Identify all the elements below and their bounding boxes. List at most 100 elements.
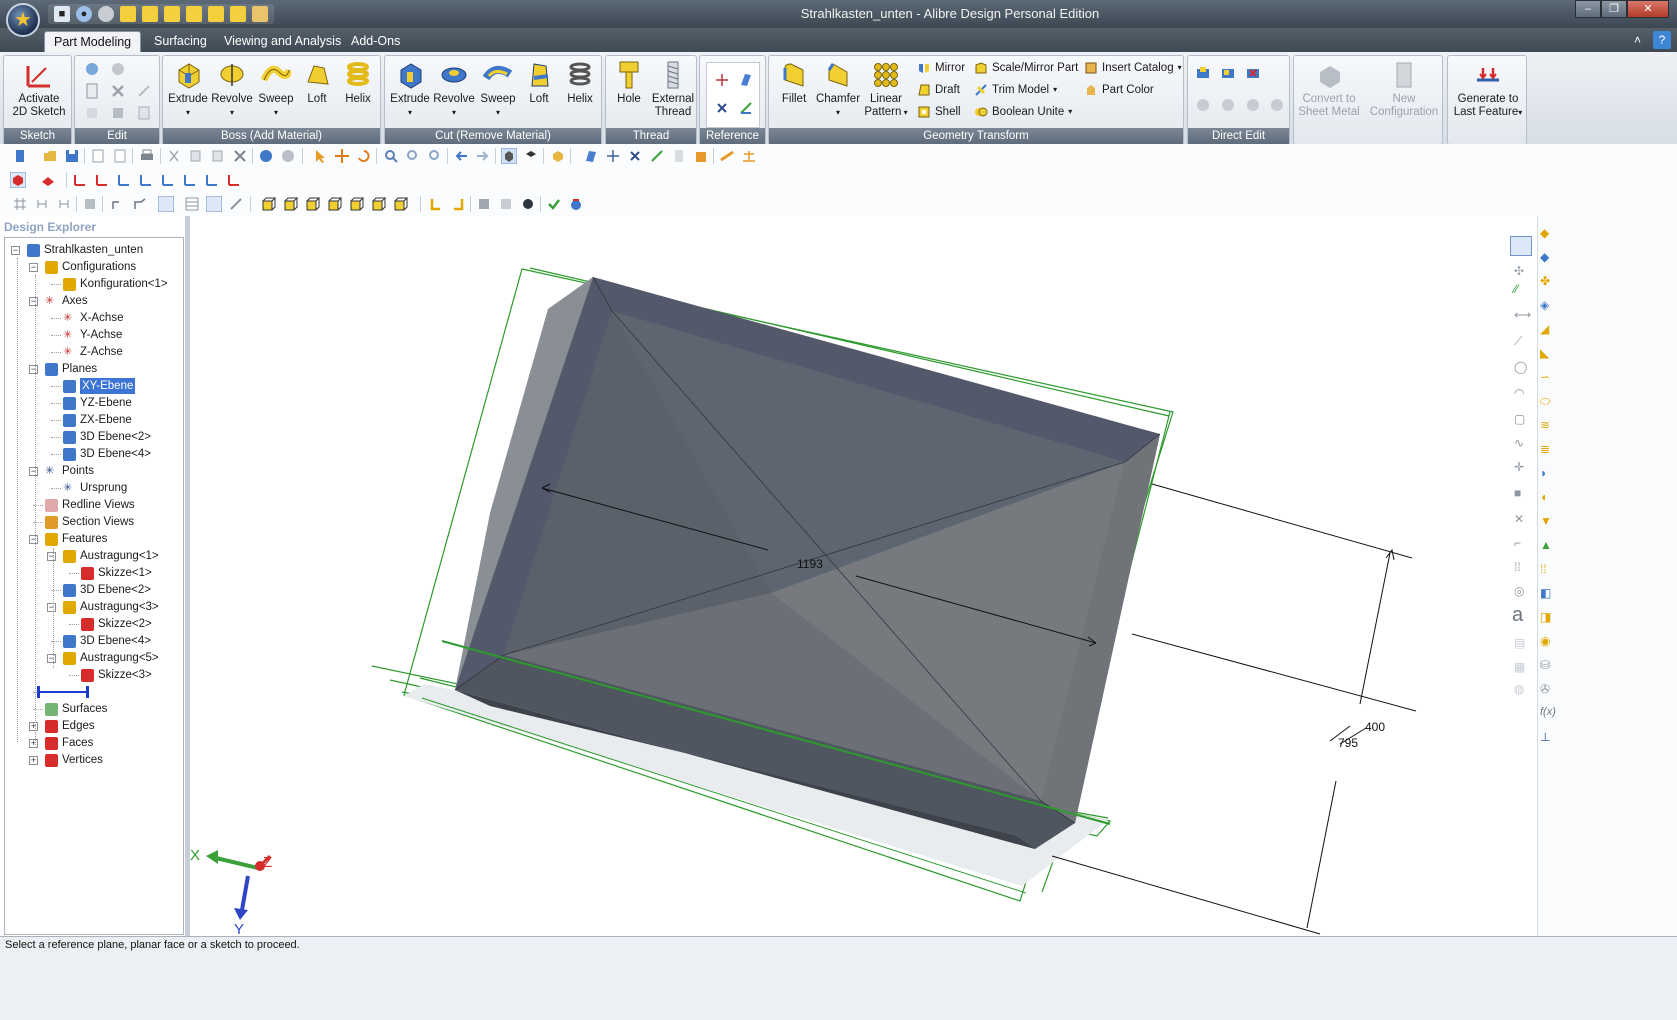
open-icon[interactable] bbox=[42, 148, 58, 164]
feature-boolean-icon[interactable]: ◉ bbox=[1540, 634, 1570, 658]
feature-shell-icon[interactable]: ◨ bbox=[1540, 610, 1570, 634]
generate-to-last-feature-button[interactable]: Generate to Last Feature▾ bbox=[1450, 58, 1526, 130]
application-menu-button[interactable]: ★ bbox=[6, 3, 40, 37]
delete-icon[interactable] bbox=[109, 82, 127, 100]
tree-item[interactable]: ✳ Ursprung bbox=[63, 480, 127, 496]
chamfer-button[interactable]: Chamfer ▾ bbox=[815, 58, 861, 130]
cut-sweep-button[interactable]: Sweep ▾ bbox=[475, 58, 521, 130]
new-part-icon[interactable] bbox=[12, 148, 28, 164]
boss-loft-button[interactable]: Loft bbox=[294, 58, 340, 130]
layer-icon[interactable] bbox=[671, 148, 687, 164]
zoom-fit-icon[interactable] bbox=[427, 148, 443, 164]
import-icon[interactable] bbox=[90, 148, 106, 164]
tab-part-modeling[interactable]: Part Modeling bbox=[44, 31, 142, 52]
fillet-tool-icon[interactable]: ⌐ bbox=[1514, 536, 1521, 550]
boolean-unite-button[interactable]: Boolean Unite ▾ bbox=[974, 102, 1072, 122]
analyze-icon[interactable] bbox=[568, 196, 584, 212]
tree-expander[interactable]: − bbox=[29, 297, 38, 306]
sketch-line-icon[interactable] bbox=[72, 172, 88, 188]
tree-expander[interactable]: − bbox=[11, 246, 20, 255]
sketch-offset-icon[interactable] bbox=[182, 172, 198, 188]
direct-edit-2-icon[interactable] bbox=[1219, 96, 1237, 114]
scale-mirror-part-button[interactable]: Scale/Mirror Part bbox=[974, 58, 1078, 78]
close-icon[interactable]: ✕ bbox=[1627, 0, 1669, 18]
tree-item[interactable] bbox=[37, 684, 89, 700]
tree-expander[interactable]: − bbox=[47, 552, 56, 561]
select-icon[interactable] bbox=[312, 148, 328, 164]
tree-item[interactable]: Edges bbox=[45, 718, 95, 734]
tab-surfacing[interactable]: Surfacing bbox=[145, 31, 216, 52]
view-right-icon[interactable] bbox=[370, 196, 386, 212]
tree-item[interactable]: ✳ X-Achse bbox=[63, 310, 123, 326]
tree-item[interactable]: Skizze<1> bbox=[81, 565, 152, 581]
view-top-icon[interactable] bbox=[304, 196, 320, 212]
fill-tool-icon[interactable]: ■ bbox=[1514, 486, 1521, 500]
view-front-icon[interactable] bbox=[260, 196, 276, 212]
tree-item[interactable]: 3D Ebene<2> bbox=[63, 582, 151, 598]
tree-item[interactable]: ✳ Axes bbox=[45, 293, 88, 309]
tree-expander[interactable]: − bbox=[47, 603, 56, 612]
view-left-icon[interactable] bbox=[348, 196, 364, 212]
feature-chamfer-icon[interactable]: ◖ bbox=[1540, 490, 1570, 514]
view-iso-icon[interactable] bbox=[392, 196, 408, 212]
tab-viewing-analysis[interactable]: Viewing and Analysis bbox=[215, 31, 350, 52]
insert-catalog-button[interactable]: Insert Catalog ▾ bbox=[1084, 58, 1182, 78]
tree-expander[interactable]: − bbox=[29, 263, 38, 272]
print-icon[interactable] bbox=[139, 148, 155, 164]
mirror-sketch-icon[interactable]: ▦ bbox=[1514, 660, 1525, 674]
new-configuration-button[interactable]: New Configuration bbox=[1368, 58, 1440, 130]
tree-expander[interactable]: + bbox=[29, 739, 38, 748]
paste-icon[interactable] bbox=[210, 148, 226, 164]
tree-item[interactable]: ✳ Z-Achse bbox=[63, 344, 123, 360]
paste-icon[interactable] bbox=[135, 104, 153, 122]
dimension-label-795[interactable]: 795 bbox=[1338, 736, 1358, 750]
hole-button[interactable]: Hole bbox=[608, 58, 650, 130]
linear-pattern-button[interactable]: Linear Pattern ▾ bbox=[863, 58, 909, 130]
feature-cut-icon[interactable]: ◆ bbox=[1540, 250, 1570, 274]
sketch-mode-icon[interactable] bbox=[1510, 236, 1532, 256]
tree-item[interactable]: Austragung<5> bbox=[63, 650, 159, 666]
normal-to-icon[interactable] bbox=[428, 196, 444, 212]
feature-helix-icon[interactable]: ≋ bbox=[1540, 418, 1570, 442]
zoom-icon[interactable] bbox=[383, 148, 399, 164]
cut-icon[interactable] bbox=[109, 104, 127, 122]
tree-item[interactable]: Konfiguration<1> bbox=[63, 276, 168, 292]
boss-sweep-button[interactable]: Sweep ▾ bbox=[253, 58, 299, 130]
point-tool-icon[interactable]: ✣ bbox=[1514, 264, 1524, 278]
view-bottom-icon[interactable] bbox=[326, 196, 342, 212]
feature-loft-icon[interactable]: ◢ bbox=[1540, 322, 1570, 346]
tools-icon[interactable] bbox=[228, 196, 244, 212]
feature-pattern-icon[interactable]: ⁞⁞ bbox=[1540, 562, 1570, 586]
tree-item[interactable]: Skizze<2> bbox=[81, 616, 152, 632]
feature-extrude-icon[interactable]: ◆ bbox=[1540, 226, 1570, 250]
tree-item[interactable]: Features bbox=[45, 531, 107, 547]
feature-revolve-icon[interactable]: ✤ bbox=[1540, 274, 1570, 298]
feature-tool-icon[interactable]: ✇ bbox=[1540, 682, 1570, 706]
shell-button[interactable]: Shell bbox=[917, 102, 961, 122]
point-icon[interactable] bbox=[627, 148, 643, 164]
csys-icon[interactable] bbox=[737, 99, 755, 117]
cut-helix-button[interactable]: Helix bbox=[557, 58, 603, 130]
cut-extrude-button[interactable]: Extrude ▾ bbox=[387, 58, 433, 130]
redo-icon[interactable] bbox=[109, 60, 127, 78]
move-face-icon[interactable] bbox=[1194, 64, 1212, 82]
fillet-button[interactable]: Fillet bbox=[771, 58, 817, 130]
dimension-label-400[interactable]: 400 bbox=[1365, 720, 1385, 734]
next-view-icon[interactable] bbox=[475, 148, 491, 164]
tree-item[interactable]: ZX-Ebene bbox=[63, 412, 132, 428]
arc-tool-icon[interactable]: ◠ bbox=[1514, 386, 1524, 400]
direct-edit-4-icon[interactable] bbox=[1268, 96, 1286, 114]
copy-sketch-icon[interactable]: ▤ bbox=[1514, 636, 1525, 650]
table-grid-icon[interactable] bbox=[206, 196, 222, 212]
dimension-icon[interactable] bbox=[56, 196, 72, 212]
sketch-2d-icon[interactable] bbox=[110, 196, 126, 212]
section-icon[interactable] bbox=[82, 196, 98, 212]
save-icon[interactable] bbox=[64, 148, 80, 164]
undo-icon[interactable] bbox=[83, 60, 101, 78]
tree-item[interactable]: Austragung<3> bbox=[63, 599, 159, 615]
feature-equation-icon[interactable]: f(x) bbox=[1540, 706, 1570, 730]
table-icon[interactable] bbox=[184, 196, 200, 212]
sketch-exit-icon[interactable] bbox=[226, 172, 242, 188]
tree-item[interactable]: XY-Ebene bbox=[63, 378, 136, 394]
undo-icon[interactable] bbox=[258, 148, 274, 164]
